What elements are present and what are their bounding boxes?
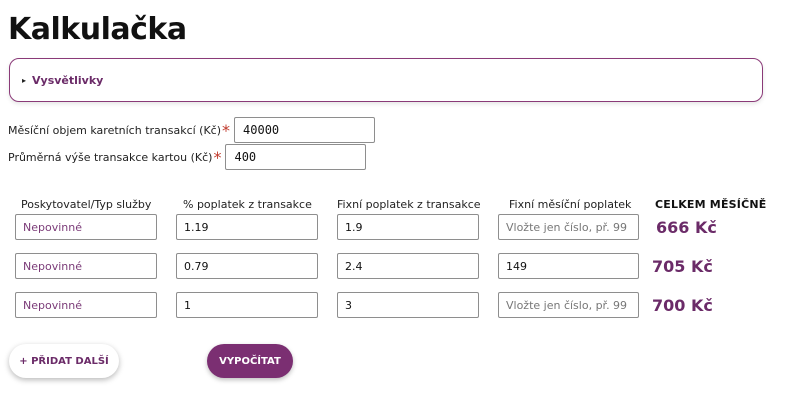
add-more-button[interactable]: + PŘIDAT DALŠÍ <box>9 344 119 378</box>
disclosure-triangle-icon: ▸ <box>22 76 27 85</box>
percent-fee-input-3[interactable] <box>176 292 318 318</box>
required-mark: * <box>213 147 222 167</box>
avg-transaction-label: Průměrná výše transakce kartou (Kč) <box>8 150 213 164</box>
total-value-2: 705 Kč <box>652 257 713 276</box>
header-total: CELKEM MĚSÍČNĚ <box>655 198 767 211</box>
fixed-fee-input-2[interactable] <box>337 253 479 279</box>
percent-fee-input-2[interactable] <box>176 253 318 279</box>
header-monthly-fee: Fixní měsíční poplatek <box>509 198 632 211</box>
monthly-volume-label: Měsíční objem karetních transakcí (Kč) <box>8 123 222 137</box>
percent-fee-input-1[interactable] <box>176 214 318 240</box>
total-value-3: 700 Kč <box>652 296 713 315</box>
header-percent-fee: % poplatek z transakce <box>183 198 312 211</box>
provider-input-3[interactable] <box>15 292 157 318</box>
monthly-fee-input-1[interactable] <box>498 214 639 240</box>
monthly-volume-input[interactable] <box>234 117 376 143</box>
explanations-toggle[interactable]: ▸ Vysvětlivky <box>22 74 103 87</box>
page-title: Kalkulačka <box>8 12 187 47</box>
monthly-fee-input-3[interactable] <box>498 292 639 318</box>
required-mark: * <box>222 120 231 140</box>
avg-transaction-input[interactable] <box>225 144 367 170</box>
monthly-volume-row: Měsíční objem karetních transakcí (Kč) * <box>8 117 376 143</box>
avg-transaction-row: Průměrná výše transakce kartou (Kč) * <box>8 144 367 170</box>
provider-input-2[interactable] <box>15 253 157 279</box>
calculate-button[interactable]: VYPOČÍTAT <box>207 344 293 378</box>
provider-input-1[interactable] <box>15 214 157 240</box>
monthly-fee-input-2[interactable] <box>498 253 639 279</box>
explanations-panel: ▸ Vysvětlivky <box>9 58 763 102</box>
total-value-1: 666 Kč <box>656 218 717 237</box>
fixed-fee-input-1[interactable] <box>337 214 479 240</box>
explanations-label: Vysvětlivky <box>32 74 104 87</box>
header-fixed-fee: Fixní poplatek z transakce <box>337 198 481 211</box>
header-provider: Poskytovatel/Typ služby <box>21 198 152 211</box>
fixed-fee-input-3[interactable] <box>337 292 479 318</box>
